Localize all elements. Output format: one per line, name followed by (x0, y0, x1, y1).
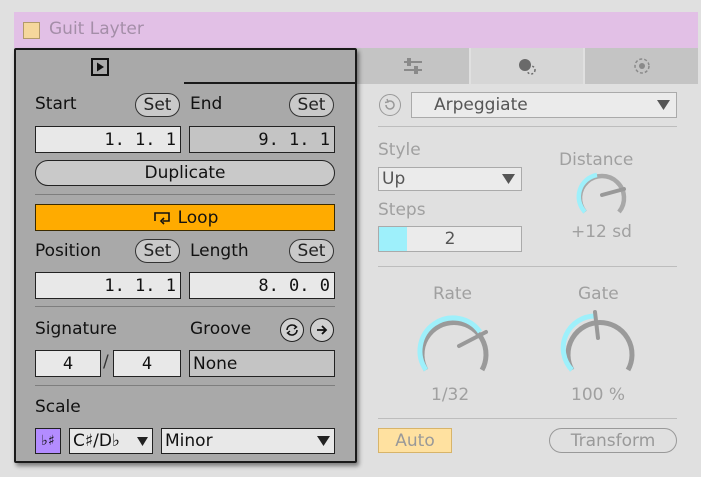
groove-label: Groove (190, 319, 252, 339)
arrow-right-icon (317, 325, 328, 335)
start-label: Start (35, 94, 77, 114)
duplicate-button[interactable]: Duplicate (35, 160, 335, 186)
gate-label: Gate (578, 284, 619, 304)
chevron-down-icon (657, 100, 670, 110)
start-field[interactable]: 1. 1. 1 (35, 126, 181, 153)
loop-button[interactable]: Loop (35, 204, 335, 231)
length-label: Length (190, 241, 249, 261)
gate-knob-track (565, 320, 635, 372)
chevron-down-icon (502, 174, 515, 184)
hot-swap-icon (286, 324, 298, 336)
clip-icon (91, 58, 109, 76)
distance-knob[interactable] (573, 168, 631, 222)
position-set-button[interactable]: Set (135, 239, 180, 263)
end-field[interactable]: 9. 1. 1 (189, 126, 335, 153)
rate-knob[interactable] (414, 308, 494, 378)
reset-icon (384, 98, 395, 110)
midi-effects-icon (519, 59, 536, 75)
end-set-button[interactable]: Set (289, 93, 334, 117)
steps-label: Steps (378, 200, 426, 220)
groove-commit-button[interactable] (310, 318, 334, 342)
transform-button[interactable]: Transform (549, 428, 677, 453)
tab-envelopes[interactable] (585, 48, 698, 84)
sliders-icon (404, 58, 422, 74)
signature-numerator[interactable]: 4 (35, 350, 101, 377)
distance-knob-pointer (600, 187, 626, 197)
scale-label: Scale (35, 397, 81, 417)
scale-mode-toggle[interactable]: ♭♯ (35, 428, 61, 454)
distance-label: Distance (559, 150, 634, 170)
scale-root-dropdown[interactable]: C♯/D♭ (69, 428, 153, 454)
clip-color-swatch[interactable] (23, 22, 40, 39)
length-set-button[interactable]: Set (289, 239, 334, 263)
start-set-button[interactable]: Set (135, 93, 180, 117)
steps-slider[interactable]: 2 (378, 226, 522, 252)
scale-mode-dropdown[interactable]: Minor (161, 428, 335, 454)
groove-chooser[interactable]: None (189, 350, 335, 377)
divider (35, 306, 335, 307)
style-dropdown[interactable]: Up (378, 167, 522, 191)
position-field[interactable]: 1. 1. 1 (35, 272, 181, 299)
divider (378, 418, 677, 419)
gate-value: 100 % (571, 385, 626, 405)
device-reset-button[interactable] (379, 94, 401, 116)
divider (378, 266, 677, 267)
clip-title[interactable]: Guit Layter (49, 19, 144, 39)
chevron-down-icon (317, 436, 330, 446)
signature-denominator[interactable]: 4 (113, 350, 181, 377)
signature-separator: / (103, 352, 109, 372)
gate-knob-pointer (593, 310, 600, 340)
arpeggiate-value: Arpeggiate (434, 95, 528, 115)
scale-mode-value: Minor (165, 431, 213, 451)
rate-label: Rate (433, 284, 472, 304)
position-label: Position (35, 241, 102, 261)
flat-sharp-icon: ♭♯ (41, 433, 55, 449)
end-label: End (190, 94, 223, 114)
tab-audio-effects[interactable] (357, 48, 469, 84)
rate-value: 1/32 (431, 385, 470, 405)
divider (378, 126, 677, 127)
tab-underline (184, 82, 355, 84)
length-field[interactable]: 8. 0. 0 (189, 272, 335, 299)
divider (35, 385, 335, 386)
tab-clip[interactable] (16, 50, 184, 84)
scale-root-value: C♯/D♭ (73, 431, 120, 451)
chevron-down-icon (137, 436, 148, 446)
rate-knob-arc (417, 315, 483, 372)
distance-value: +12 sd (571, 222, 632, 242)
signature-label: Signature (35, 319, 118, 339)
style-label: Style (378, 140, 421, 160)
auto-button[interactable]: Auto (378, 428, 452, 453)
groove-hot-swap-button[interactable] (280, 318, 304, 342)
steps-value: 2 (444, 229, 456, 249)
loop-label: Loop (177, 207, 219, 228)
tab-midi-effects[interactable] (471, 48, 583, 84)
envelope-icon (633, 58, 650, 74)
arpeggiate-dropdown[interactable]: Arpeggiate (411, 92, 677, 118)
style-value: Up (382, 169, 406, 189)
gate-knob[interactable] (560, 308, 640, 378)
divider (35, 194, 335, 195)
loop-icon (153, 211, 170, 225)
